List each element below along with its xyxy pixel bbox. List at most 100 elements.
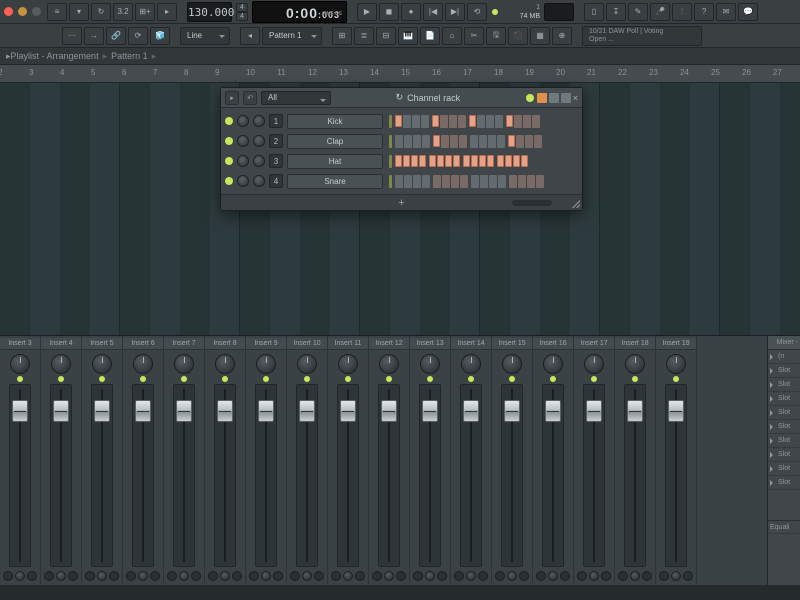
mute-button[interactable] [331,571,341,581]
fader-slot[interactable] [583,384,605,567]
toolbar-button[interactable]: ⊞ [332,27,352,45]
mixer-track[interactable]: Insert 18 [615,336,656,585]
step-button[interactable] [525,135,533,148]
toolbar-button[interactable]: 🔗 [106,27,126,45]
playlist-ruler[interactable]: 2345678910111213141516171819202122232425… [0,65,800,83]
track-label[interactable]: Insert 12 [369,338,409,350]
toolbar-button[interactable]: ↧ [606,3,626,21]
track-label[interactable]: Insert 3 [0,338,40,350]
mixer-track[interactable]: Insert 13 [410,336,451,585]
step-button[interactable] [459,135,467,148]
step-button[interactable] [523,115,531,128]
toolbar-button[interactable]: ◼ [379,3,399,21]
fader-slot[interactable] [665,384,687,567]
pattern-song-toggle[interactable]: ▸ [157,3,177,21]
effect-slot[interactable]: Slot [768,434,800,448]
track-label[interactable]: Insert 19 [656,338,696,350]
fader-cap[interactable] [422,400,438,422]
mute-button[interactable] [495,571,505,581]
step-button[interactable] [471,155,478,167]
track-label[interactable]: Insert 7 [164,338,204,350]
step-button[interactable] [469,115,476,127]
mixer-track[interactable]: Insert 8 [205,336,246,585]
channel-group-select[interactable]: All [261,91,331,105]
effect-slot[interactable]: Slot [768,462,800,476]
step-button[interactable] [442,175,450,188]
mixer-side-none[interactable]: (n [768,350,800,364]
effect-slot[interactable]: Slot [768,406,800,420]
pan-knob[interactable] [502,354,522,374]
fader-cap[interactable] [340,400,356,422]
track-led-icon[interactable] [181,376,187,382]
step-button[interactable] [413,135,421,148]
step-button[interactable] [477,115,485,128]
track-led-icon[interactable] [550,376,556,382]
step-button[interactable] [532,115,540,128]
window-controls[interactable] [4,7,41,16]
route-button[interactable] [27,571,37,581]
pan-knob[interactable] [92,354,112,374]
mute-button[interactable] [372,571,382,581]
channel-name-button[interactable]: Snare [287,174,383,189]
channel-vol-knob[interactable] [253,115,265,127]
effect-slot[interactable]: Slot [768,364,800,378]
velocity-bar[interactable] [389,175,392,188]
snap-select[interactable]: Line [180,27,230,45]
mute-button[interactable] [290,571,300,581]
toolbar-button[interactable]: ⊟ [376,27,396,45]
step-button[interactable] [445,155,452,167]
track-led-icon[interactable] [632,376,638,382]
step-button[interactable] [498,175,506,188]
track-label[interactable]: Insert 10 [287,338,327,350]
toolbar-button[interactable]: ⟳ [128,27,148,45]
fader-slot[interactable] [296,384,318,567]
fader-slot[interactable] [9,384,31,567]
velocity-bar[interactable] [389,115,392,128]
fader-slot[interactable] [378,384,400,567]
pan-knob[interactable] [379,354,399,374]
mixer-track[interactable]: Insert 6 [123,336,164,585]
route-button[interactable] [232,571,242,581]
channel-led-icon[interactable] [225,137,233,145]
toolbar-button[interactable]: ⌂ [442,27,462,45]
mute-button[interactable] [126,571,136,581]
step-sequencer[interactable] [389,155,530,168]
step-button[interactable] [453,155,460,167]
toolbar-button[interactable]: ⫶ [672,3,692,21]
view-toggle-3[interactable] [561,93,571,103]
track-label[interactable]: Insert 14 [451,338,491,350]
fader-cap[interactable] [463,400,479,422]
step-button[interactable] [506,115,513,127]
pan-knob[interactable] [666,354,686,374]
timesig-top[interactable]: 4 [236,3,248,12]
toolbar-button[interactable]: ● [401,3,421,21]
step-button[interactable] [433,175,441,188]
toolbar-button[interactable]: ✎ [628,3,648,21]
toolbar-button[interactable]: ≣ [354,27,374,45]
send-knob[interactable] [179,571,189,581]
mute-button[interactable] [167,571,177,581]
step-button[interactable] [450,135,458,148]
view-toggle-1[interactable] [537,93,547,103]
pan-knob[interactable] [625,354,645,374]
fader-cap[interactable] [258,400,274,422]
route-button[interactable] [355,571,365,581]
fader-slot[interactable] [542,384,564,567]
toolbar-button[interactable]: ▶ [357,3,377,21]
channel-led-icon[interactable] [225,177,233,185]
effect-slot[interactable]: Slot [768,448,800,462]
close-icon[interactable] [4,7,13,16]
step-sequencer[interactable] [389,175,546,188]
track-label[interactable]: Insert 17 [574,338,614,350]
undo-button[interactable]: ↶ [243,91,257,105]
step-button[interactable] [421,115,429,128]
channel-led-icon[interactable] [225,117,233,125]
toolbar-button[interactable]: ▦ [530,27,550,45]
send-knob[interactable] [425,571,435,581]
mixer-track[interactable]: Insert 12 [369,336,410,585]
fader-slot[interactable] [50,384,72,567]
effect-slot[interactable]: Slot [768,476,800,490]
route-button[interactable] [642,571,652,581]
send-knob[interactable] [548,571,558,581]
step-button[interactable] [432,115,439,127]
